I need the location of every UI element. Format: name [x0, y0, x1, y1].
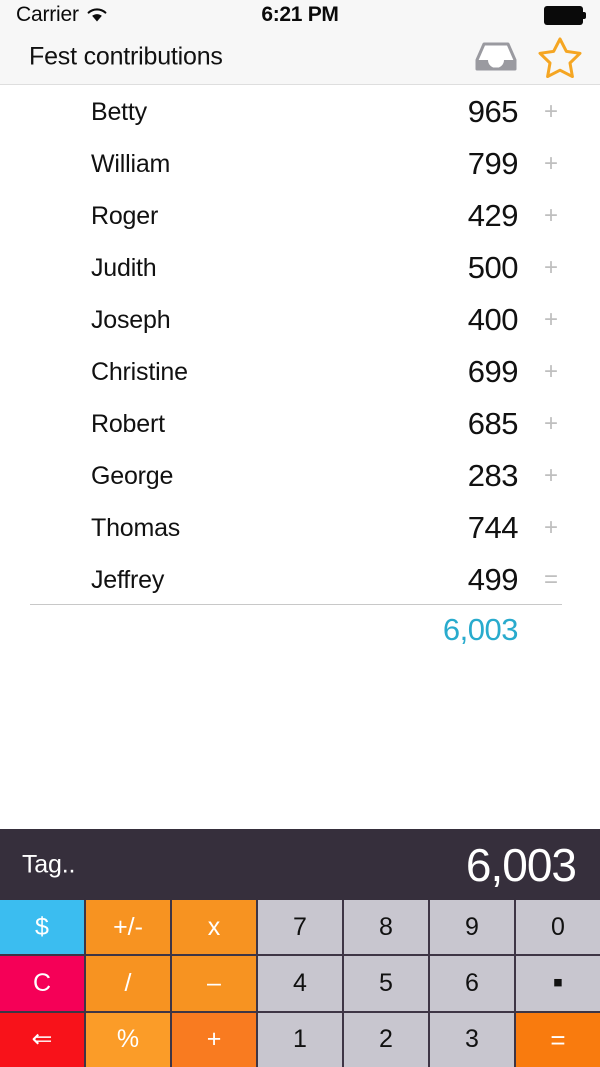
keypad: $ +/- x 7 8 9 0 C / –4 5 6 ▪ ⇐% +1 2 3 = [0, 900, 600, 1067]
contributor-name: George [91, 461, 174, 490]
list-item[interactable]: Roger 429 + [0, 190, 600, 242]
contributor-name: Robert [91, 409, 165, 438]
contribution-amount: 685 [467, 406, 519, 441]
minus-key[interactable]: – [172, 956, 256, 1011]
digit-3-key[interactable]: 3 [430, 1012, 514, 1067]
status-bar: Carrier 6:21 PM [0, 0, 600, 30]
equals-key[interactable]: = [516, 1012, 600, 1067]
star-icon[interactable] [538, 36, 582, 79]
nav-bar: Fest contributions [0, 30, 600, 85]
digit-7-key[interactable]: 7 [258, 900, 342, 955]
total-separator [30, 604, 562, 605]
digit-4-key[interactable]: 4 [258, 956, 342, 1011]
contribution-amount: 499 [467, 562, 519, 597]
contributor-name: Joseph [91, 305, 171, 334]
row-operator-icon[interactable]: + [538, 254, 564, 282]
contributor-name: Thomas [91, 513, 181, 542]
app-root: Carrier 6:21 PM Fest contributions Betty… [0, 0, 600, 1067]
row-operator-icon[interactable]: + [538, 358, 564, 386]
row-operator-icon[interactable]: + [538, 202, 564, 230]
digit-8-key[interactable]: 8 [344, 900, 428, 955]
inbox-icon[interactable] [474, 40, 518, 74]
contribution-amount: 400 [467, 302, 519, 337]
tag-input[interactable]: Tag.. [22, 850, 75, 879]
row-operator-icon[interactable]: + [538, 306, 564, 334]
percent-key[interactable]: % [86, 1012, 170, 1067]
contributor-name: Roger [91, 201, 159, 230]
row-operator-icon[interactable]: + [538, 514, 564, 542]
display-value: 6,003 [465, 838, 577, 891]
digit-2-key[interactable]: 2 [344, 1012, 428, 1067]
multiply-key[interactable]: x [172, 900, 256, 955]
list-item[interactable]: Christine 699 + [0, 346, 600, 398]
nav-actions [474, 36, 582, 79]
list-item[interactable]: Joseph 400 + [0, 294, 600, 346]
keypad-row: C / –4 5 6 ▪ [0, 956, 600, 1011]
digit-1-key[interactable]: 1 [258, 1012, 342, 1067]
status-bar-right [544, 5, 586, 25]
list-item[interactable]: Jeffrey 499 = [0, 554, 600, 606]
list-item[interactable]: Thomas 744 + [0, 502, 600, 554]
row-operator-icon[interactable]: + [538, 98, 564, 126]
battery-full-icon [544, 5, 586, 25]
contribution-amount: 699 [467, 354, 519, 389]
status-bar-time: 6:21 PM [261, 3, 339, 26]
digit-9-key[interactable]: 9 [430, 900, 514, 955]
digit-6-key[interactable]: 6 [430, 956, 514, 1011]
row-operator-icon[interactable]: + [538, 150, 564, 178]
keypad-row: $ +/- x 7 8 9 0 [0, 900, 600, 955]
list-item[interactable]: Judith 500 + [0, 242, 600, 294]
list-item[interactable]: Betty 965 + [0, 86, 600, 138]
contribution-amount: 500 [467, 250, 519, 285]
clear-key[interactable]: C [0, 956, 84, 1011]
contributor-name: Betty [91, 97, 147, 126]
list-item[interactable]: George 283 + [0, 450, 600, 502]
keypad-row: ⇐% +1 2 3 = [0, 1012, 600, 1067]
calculator-panel: Tag.. 6,003 $ +/- x 7 8 9 0 C / –4 5 6 ▪ ⇐% +1 2 3 = [0, 829, 600, 1067]
page-title: Fest contributions [29, 42, 223, 71]
contributor-name: Judith [91, 253, 157, 282]
divide-key[interactable]: / [86, 956, 170, 1011]
total-amount: 6,003 [442, 612, 519, 647]
contributor-name: Christine [91, 357, 188, 386]
list-item[interactable]: William 799 + [0, 138, 600, 190]
calculator-display[interactable]: Tag.. 6,003 [0, 829, 600, 900]
contributor-name: Jeffrey [91, 565, 165, 594]
contribution-amount: 965 [467, 94, 519, 129]
digit-0-key[interactable]: 0 [516, 900, 600, 955]
sign-key[interactable]: +/- [86, 900, 170, 955]
contributions-list: Betty 965 + William 799 + Roger 429 + Judith 500 + J… [0, 86, 600, 606]
contributor-name: William [91, 149, 171, 178]
backspace-key[interactable]: ⇐ [0, 1012, 84, 1067]
contribution-amount: 429 [467, 198, 519, 233]
contribution-amount: 283 [467, 458, 519, 493]
currency-key[interactable]: $ [0, 900, 84, 955]
decimal-key[interactable]: ▪ [516, 956, 600, 1011]
digit-5-key[interactable]: 5 [344, 956, 428, 1011]
plus-key[interactable]: + [172, 1012, 256, 1067]
row-operator-icon[interactable]: = [538, 566, 564, 594]
contribution-amount: 744 [467, 510, 519, 545]
row-operator-icon[interactable]: + [538, 462, 564, 490]
row-operator-icon[interactable]: + [538, 410, 564, 438]
list-item[interactable]: Robert 685 + [0, 398, 600, 450]
contribution-amount: 799 [467, 146, 519, 181]
